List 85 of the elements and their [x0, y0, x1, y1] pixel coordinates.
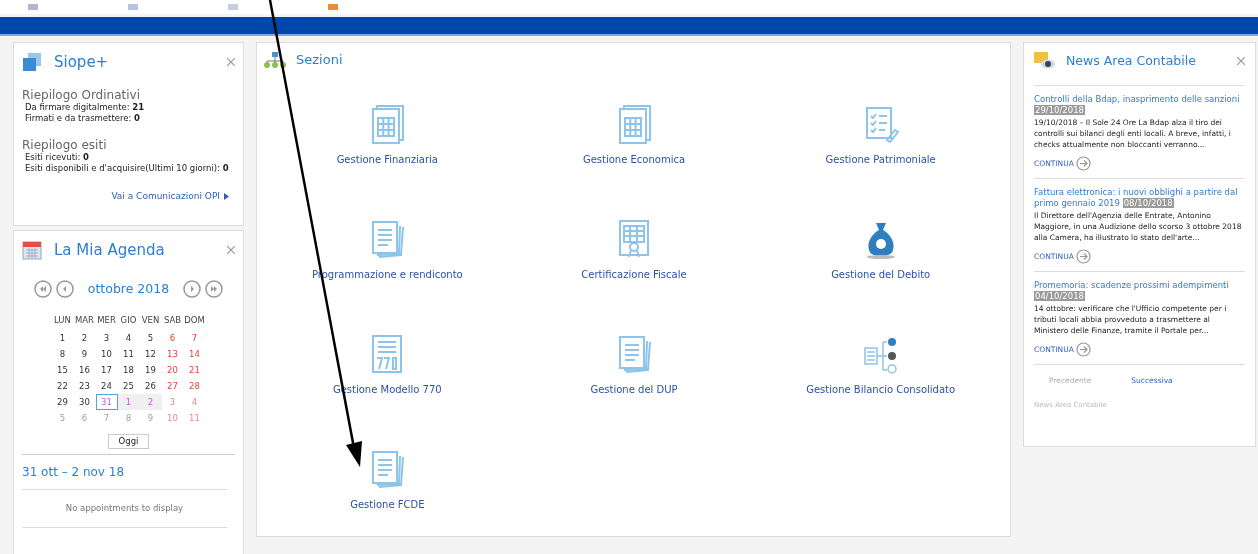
fast-forward-icon[interactable] [205, 279, 223, 298]
date-range: 31 ott – 2 nov 18 [22, 455, 227, 491]
caret-icon [224, 192, 229, 200]
calendar-day[interactable]: 8 [51, 346, 74, 363]
calendar-day[interactable]: 2 [73, 330, 96, 347]
network-icon [264, 51, 286, 68]
weekday-label: DOM [183, 314, 206, 328]
section-tile[interactable]: Gestione del Debito [757, 218, 1004, 282]
calendar-day[interactable]: 9 [73, 346, 96, 363]
opi-link[interactable]: Vai a Comunicazioni OPI [111, 189, 220, 203]
arrow-circle-icon[interactable] [1075, 342, 1091, 357]
empty-message: No appointments to display [22, 490, 227, 528]
calendar-day[interactable]: 28 [183, 378, 206, 395]
calendar-day[interactable]: 6 [161, 330, 184, 347]
arrow-circle-icon[interactable] [1075, 249, 1091, 264]
document-stack-icon [369, 218, 406, 259]
calendar-day[interactable]: 11 [117, 346, 140, 363]
panel-title: La Mia Agenda [54, 240, 166, 261]
calendar-day[interactable]: 20 [161, 362, 184, 379]
previous-icon[interactable] [56, 279, 74, 298]
summary-line: Firmati e da trasmettere: 0 [24, 112, 141, 124]
section-tile[interactable]: Certificazione Fiscale [510, 218, 758, 282]
calendar-day[interactable]: 16 [73, 362, 96, 379]
document-stack-icon [369, 448, 406, 489]
weekday-label: VEN [140, 314, 161, 328]
calendar-day[interactable]: 26 [139, 378, 162, 395]
close-icon[interactable] [1237, 57, 1245, 65]
spreadsheet-icon [616, 103, 652, 144]
news-headline[interactable]: Fattura elettronica: i nuovi obblighi a partire dal primo gennaio 2019 08/10/2018 [1034, 187, 1245, 209]
section-tile[interactable]: Gestione FCDE [264, 448, 511, 512]
today-button[interactable]: Oggi [107, 434, 150, 450]
arrow-circle-icon[interactable] [1075, 156, 1091, 171]
calendar-day[interactable]: 15 [51, 362, 74, 379]
panel-title: Siope+ [54, 52, 110, 73]
calendar-day[interactable]: 24 [95, 378, 118, 395]
calendar-day[interactable]: 4 [117, 330, 140, 347]
panel-title: News Area Contabile [1066, 51, 1197, 70]
calendar-day[interactable]: 5 [139, 330, 162, 347]
document-stack-icon [616, 333, 652, 374]
rewind-icon[interactable] [34, 279, 52, 298]
calendar-day[interactable]: 3 [95, 330, 118, 347]
section-tile[interactable]: Gestione Finanziaria [264, 103, 511, 167]
section-tile[interactable]: Gestione Patrimoniale [757, 103, 1004, 167]
calendar-day[interactable]: 1 [51, 330, 74, 347]
next-icon[interactable] [183, 279, 201, 298]
calendar-day[interactable]: 31 [95, 394, 118, 411]
weekday-label: LUN [53, 314, 72, 328]
panel-title: Sezioni [296, 51, 343, 69]
calendar-day[interactable]: 29 [51, 394, 74, 411]
calendar-icon [22, 240, 42, 261]
summary-line: Esiti ricevuti: 0 [25, 151, 90, 163]
calendar-day[interactable]: 19 [139, 362, 162, 379]
calendar-day[interactable]: 23 [73, 378, 96, 395]
close-icon[interactable] [227, 58, 235, 67]
weekday-label: SAB [162, 314, 183, 328]
summary-line: Esiti disponibili e d'acquisire(Ultimi 10 giorni): 0 [24, 162, 230, 174]
spreadsheet-icon [369, 103, 406, 144]
calendar-day[interactable]: 18 [117, 362, 140, 379]
calendar-day[interactable]: 30 [73, 394, 96, 411]
screen-eye-icon [1034, 51, 1056, 71]
calendar-day[interactable]: 7 [183, 330, 206, 347]
weekday-label: GIO [119, 314, 138, 328]
month-label: ottobre 2018 [86, 279, 171, 298]
news-headline[interactable]: Promemoria: scadenze prossimi adempimenti 04/10/2018 [1034, 280, 1245, 302]
calendar-day[interactable]: 25 [117, 378, 140, 395]
calendar-day[interactable]: 27 [161, 378, 184, 395]
windows-icon [22, 52, 42, 73]
calendar-day[interactable]: 22 [51, 378, 74, 395]
news-headline[interactable]: Controlli della Bdap, inasprimento delle sanzioni 29/10/2018 [1034, 94, 1245, 116]
calendar-day[interactable]: 12 [139, 346, 162, 363]
certificate-icon [616, 218, 652, 259]
group-heading: Riepilogo esiti [22, 137, 108, 152]
weekday-label: MER [96, 314, 117, 328]
calendar-day[interactable]: 21 [183, 362, 206, 379]
group-heading: Riepilogo Ordinativi [22, 87, 141, 102]
calendar-day[interactable]: 13 [161, 346, 184, 363]
section-tile[interactable]: Gestione Bilancio Consolidato [757, 333, 1004, 397]
calendar-day[interactable]: 10 [95, 346, 118, 363]
section-tile[interactable]: Gestione Economica [510, 103, 758, 167]
close-icon[interactable] [227, 246, 235, 255]
section-tile[interactable]: Gestione del DUP [510, 333, 758, 397]
calendar-day[interactable]: 14 [183, 346, 206, 363]
calendar-day[interactable]: 17 [95, 362, 118, 379]
weekday-label: MAR [73, 314, 96, 328]
summary-line: Da firmare digitalmente: 21 [25, 101, 146, 113]
